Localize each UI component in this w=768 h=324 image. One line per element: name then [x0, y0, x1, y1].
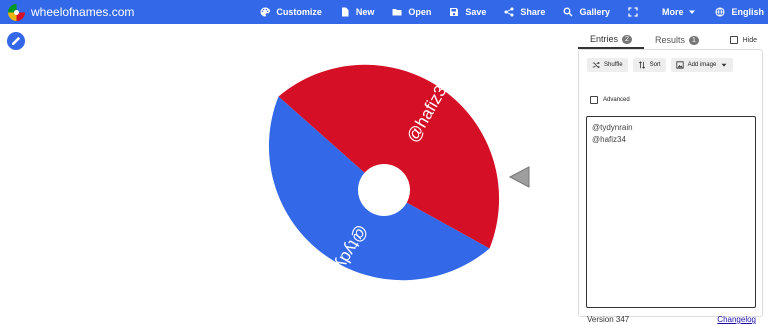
- brand[interactable]: wheelofnames.com: [0, 3, 135, 21]
- edit-wheel-button[interactable]: [7, 32, 25, 50]
- shuffle-label: Shuffle: [604, 62, 623, 68]
- wheel-logo-icon: [8, 3, 25, 21]
- file-icon: [341, 7, 349, 17]
- nav-language-label: English: [731, 7, 764, 17]
- tab-entries[interactable]: Entries 2: [578, 31, 644, 49]
- folder-icon: [392, 9, 402, 16]
- hide-toggle[interactable]: Hide: [729, 31, 757, 49]
- save-icon: [450, 8, 459, 16]
- hide-checkbox[interactable]: [729, 36, 738, 44]
- tab-results-label: Results: [655, 35, 686, 45]
- nav-more-label: More: [661, 7, 684, 17]
- tab-entries-label: Entries: [590, 34, 619, 44]
- nav-language-button[interactable]: English: [715, 7, 764, 17]
- nav-save-button[interactable]: Save: [449, 7, 486, 17]
- nav-customize-button[interactable]: Customize: [260, 7, 322, 17]
- add-image-button[interactable]: Add image: [670, 58, 734, 72]
- nav-share-label: Share: [520, 7, 546, 17]
- entries-textarea[interactable]: @tydynrain @hafiz34: [586, 116, 756, 308]
- wheel[interactable]: @hafiz34 @tydynrain: [250, 38, 530, 318]
- fullscreen-icon: [628, 7, 638, 17]
- entries-toolbar: Shuffle Sort Add image: [587, 58, 738, 72]
- add-image-label: Add image: [687, 62, 717, 68]
- nav-share-button[interactable]: Share: [504, 7, 545, 17]
- changelog-link[interactable]: Changelog: [717, 315, 756, 324]
- nav-gallery-label: Gallery: [579, 7, 610, 17]
- entries-panel: Entries 2 Results 1 Hide Shuffle Sort Ad…: [578, 31, 763, 324]
- tab-results[interactable]: Results 1: [644, 31, 710, 49]
- sort-button[interactable]: Sort: [632, 58, 666, 72]
- nav-fullscreen-button[interactable]: [628, 7, 644, 17]
- caret-down-icon: [721, 63, 727, 67]
- results-count-badge: 1: [689, 35, 699, 45]
- nav-open-label: Open: [408, 7, 432, 17]
- version-text: Version 347: [587, 315, 630, 324]
- advanced-checkbox[interactable]: [590, 96, 598, 104]
- wheel-pointer-icon: [508, 166, 530, 188]
- brand-name: wheelofnames.com: [31, 5, 135, 19]
- nav-new-label: New: [355, 7, 375, 17]
- image-icon: [675, 61, 684, 69]
- sort-icon: [638, 61, 645, 69]
- nav-new-button[interactable]: New: [340, 7, 375, 17]
- panel-footer: Version 347 Changelog: [587, 315, 756, 324]
- advanced-toggle[interactable]: Advanced: [590, 96, 630, 104]
- entries-card: Shuffle Sort Add image Advanced @tydynra…: [578, 49, 763, 324]
- pencil-icon: [12, 37, 20, 45]
- wheel-center-hub[interactable]: [358, 164, 410, 216]
- hide-label: Hide: [742, 36, 757, 44]
- nav-more-button[interactable]: More: [662, 7, 698, 17]
- shuffle-button[interactable]: Shuffle: [587, 58, 628, 72]
- shuffle-icon: [592, 61, 600, 69]
- entries-count-badge: 2: [622, 34, 632, 44]
- sort-label: Sort: [649, 62, 661, 68]
- panel-tabs: Entries 2 Results 1 Hide: [578, 31, 763, 49]
- entry-line: @tydynrain: [592, 123, 633, 132]
- nav-gallery-button[interactable]: Gallery: [563, 7, 610, 17]
- nav-save-label: Save: [465, 7, 487, 17]
- entry-line: @hafiz34: [592, 135, 626, 144]
- advanced-label: Advanced: [603, 97, 630, 103]
- search-icon: [563, 7, 573, 17]
- globe-icon: [715, 7, 726, 17]
- share-icon: [504, 7, 514, 17]
- caret-down-icon: [689, 10, 696, 14]
- top-app-bar: wheelofnames.com Customize New Open Save…: [0, 0, 768, 24]
- nav-customize-label: Customize: [276, 7, 322, 17]
- top-nav: Customize New Open Save Share Gallery Mo…: [242, 0, 764, 24]
- nav-open-button[interactable]: Open: [392, 7, 431, 17]
- palette-icon: [260, 7, 271, 17]
